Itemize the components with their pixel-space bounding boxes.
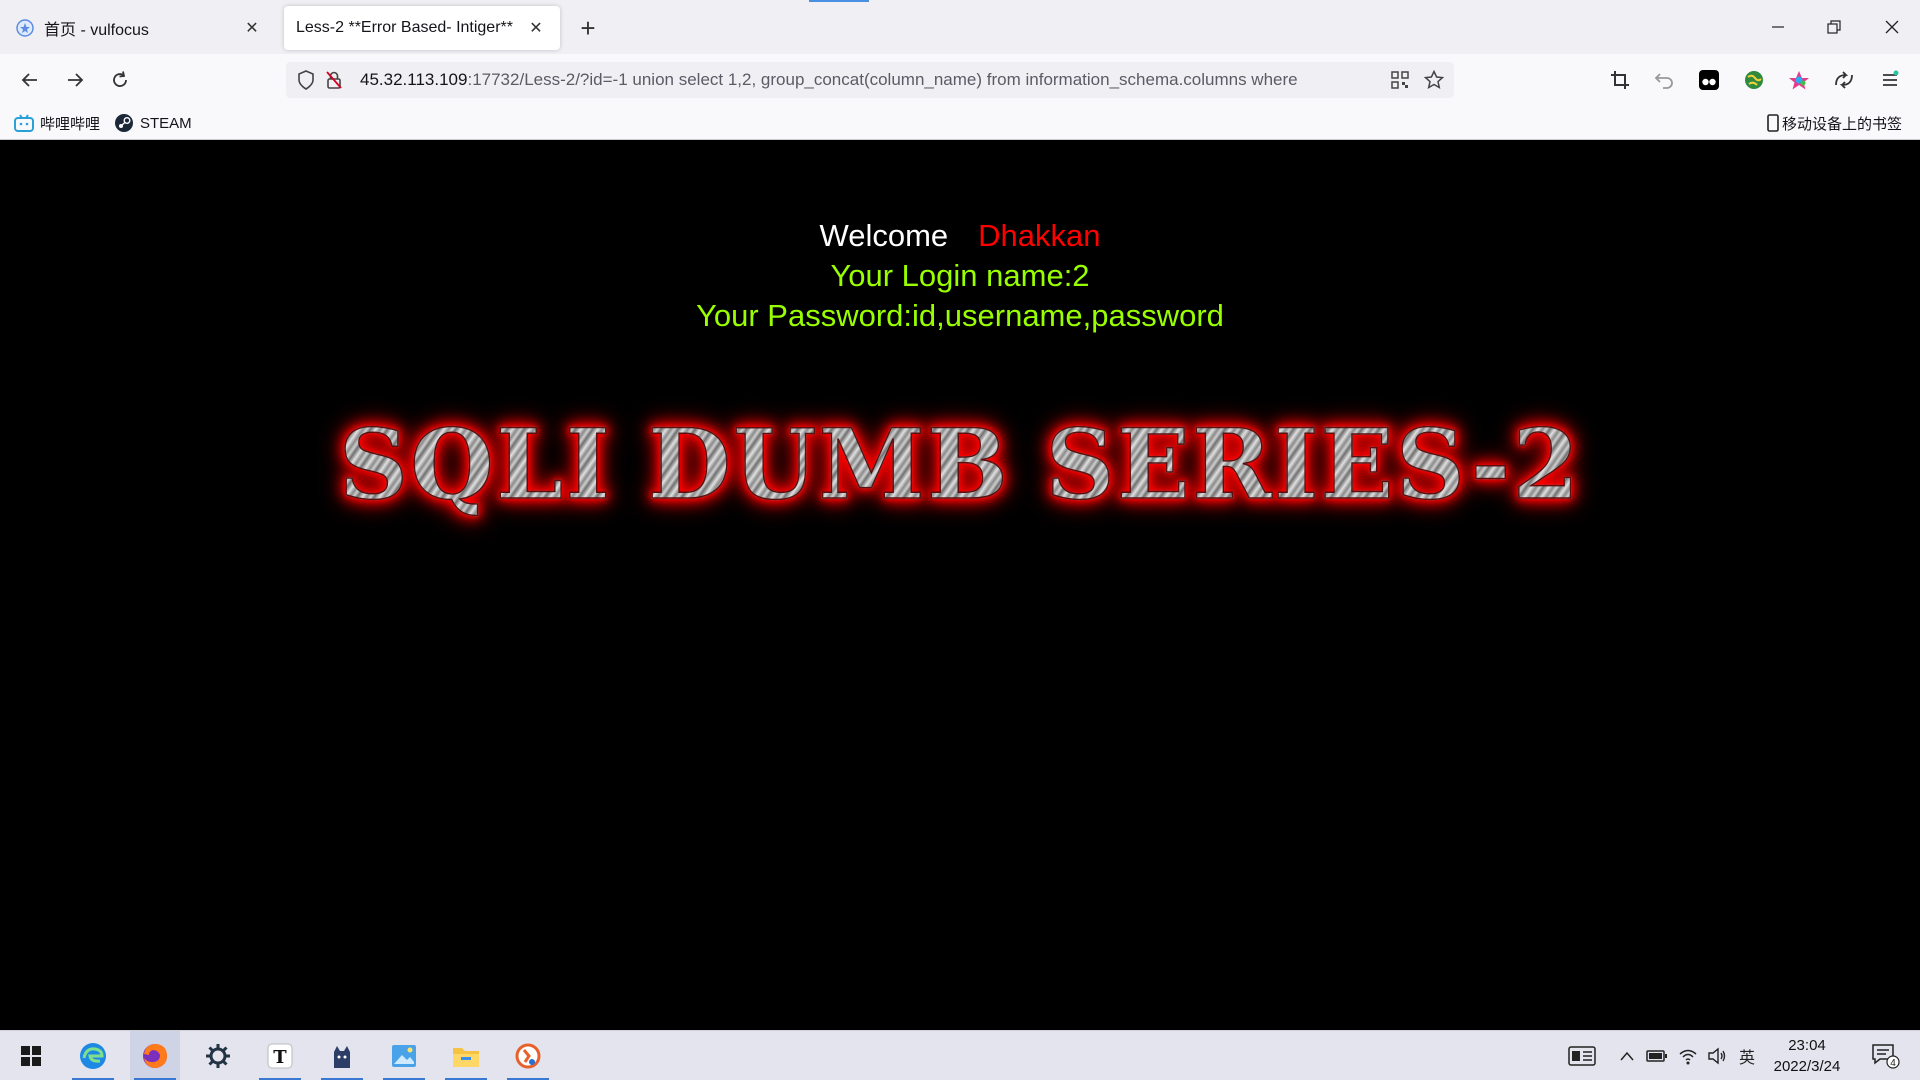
url-path: :17732/Less-2/?id=-1 union select 1,2, g… bbox=[467, 70, 1298, 89]
taskbar-paint-app[interactable] bbox=[379, 1031, 429, 1080]
extension-colorful-icon[interactable] bbox=[1787, 68, 1811, 92]
welcome-line: Welcome Dhakkan bbox=[0, 218, 1920, 254]
extension-globe-icon[interactable] bbox=[1742, 68, 1766, 92]
network-indicator[interactable] bbox=[1674, 1031, 1702, 1080]
mobile-device-icon bbox=[1767, 114, 1779, 132]
reload-icon bbox=[113, 71, 127, 87]
notification-center-button[interactable]: 4 bbox=[1864, 1031, 1908, 1080]
battery-indicator[interactable] bbox=[1642, 1031, 1672, 1080]
taskbar: T 英 23:04 2022/3/24 4 bbox=[0, 1030, 1920, 1080]
news-icon bbox=[1568, 1046, 1596, 1066]
close-window-button[interactable] bbox=[1864, 0, 1920, 54]
clock-date: 2022/3/24 bbox=[1773, 1058, 1841, 1075]
speaker-icon bbox=[1708, 1047, 1726, 1065]
bookmark-bilibili[interactable]: 哔哩哔哩 bbox=[14, 112, 100, 134]
new-tab-button[interactable]: + bbox=[572, 12, 604, 44]
notification-count: 4 bbox=[1890, 1058, 1896, 1069]
minimize-icon bbox=[1772, 26, 1784, 28]
password-text: Your Password:id,username,password bbox=[696, 298, 1224, 333]
bookmark-label: STEAM bbox=[140, 114, 192, 132]
typora-icon: T bbox=[267, 1043, 293, 1069]
banner: SQLI DUMB SERIES-2 bbox=[0, 407, 1920, 522]
reload-button[interactable] bbox=[104, 64, 136, 96]
wifi-icon bbox=[1679, 1049, 1697, 1065]
taskbar-typora[interactable]: T bbox=[255, 1031, 305, 1080]
undo-icon[interactable] bbox=[1652, 68, 1676, 92]
url-text[interactable]: 45.32.113.109:17732/Less-2/?id=-1 union … bbox=[360, 70, 1380, 90]
steam-icon bbox=[115, 114, 133, 132]
navigation-toolbar: 45.32.113.109:17732/Less-2/?id=-1 union … bbox=[0, 54, 1920, 106]
arrow-right-icon bbox=[68, 73, 84, 87]
bookmark-steam[interactable]: STEAM bbox=[114, 112, 192, 134]
input-method-indicator[interactable]: 英 bbox=[1733, 1031, 1761, 1080]
qr-code-icon[interactable] bbox=[1388, 68, 1412, 92]
edge-browser-icon bbox=[80, 1043, 106, 1069]
mobile-bookmarks[interactable]: 移动设备上的书签 bbox=[1766, 112, 1902, 134]
extension-sync-icon[interactable] bbox=[1832, 68, 1856, 92]
windows-logo-icon bbox=[21, 1046, 41, 1066]
tab-bar: 首页 - vulfocus ✕ Less-2 **Error Based- In… bbox=[0, 0, 1920, 54]
menu-icon[interactable] bbox=[1878, 68, 1902, 92]
show-hidden-icons-button[interactable] bbox=[1614, 1031, 1640, 1080]
tab-less-2[interactable]: Less-2 **Error Based- Intiger** ✕ bbox=[284, 6, 560, 50]
battery-icon bbox=[1646, 1050, 1667, 1062]
bookmark-star-icon[interactable] bbox=[1422, 68, 1446, 92]
notification-icon: 4 bbox=[1872, 1044, 1900, 1069]
taskbar-firefox[interactable] bbox=[130, 1031, 180, 1080]
login-name-text: Your Login name:2 bbox=[830, 258, 1090, 293]
tab-title: 首页 - vulfocus bbox=[44, 22, 149, 39]
chevron-up-icon bbox=[1620, 1051, 1634, 1061]
restore-button[interactable] bbox=[1806, 0, 1862, 54]
image-editor-icon bbox=[392, 1045, 416, 1067]
close-tab-icon[interactable]: ✕ bbox=[240, 16, 264, 40]
taskbar-burp[interactable] bbox=[503, 1031, 553, 1080]
bookmarks-toolbar: 哔哩哔哩 STEAM 移动设备上的书签 bbox=[0, 106, 1920, 140]
page-content: Welcome Dhakkan Your Login name:2 Your Pa… bbox=[0, 140, 1920, 1030]
close-icon bbox=[1885, 20, 1899, 34]
close-tab-icon[interactable]: ✕ bbox=[524, 16, 548, 40]
cat-icon bbox=[334, 1046, 350, 1068]
taskbar-edge[interactable] bbox=[68, 1031, 118, 1080]
restore-icon bbox=[1827, 20, 1841, 34]
gear-icon bbox=[206, 1044, 230, 1068]
taskbar-cat-app[interactable] bbox=[317, 1031, 367, 1080]
forward-button[interactable] bbox=[59, 64, 91, 96]
bookmark-label: 哔哩哔哩 bbox=[40, 115, 101, 133]
url-host: 45.32.113.109 bbox=[360, 70, 468, 89]
mobile-bookmarks-label: 移动设备上的书签 bbox=[1782, 115, 1903, 133]
start-button[interactable] bbox=[6, 1031, 56, 1080]
arrow-left-icon bbox=[21, 73, 37, 87]
taskbar-settings-app[interactable] bbox=[193, 1031, 243, 1080]
clock-time: 23:04 bbox=[1788, 1037, 1826, 1054]
svg-text:T: T bbox=[273, 1047, 287, 1068]
minimize-button[interactable] bbox=[1750, 0, 1806, 54]
tab-title: Less-2 **Error Based- Intiger** bbox=[296, 19, 513, 36]
tab-indicator bbox=[809, 0, 869, 2]
volume-indicator[interactable] bbox=[1703, 1031, 1731, 1080]
shield-icon[interactable] bbox=[294, 68, 318, 92]
screenshot-crop-icon[interactable] bbox=[1608, 68, 1632, 92]
welcome-text: Welcome bbox=[819, 218, 949, 253]
tab-vulfocus[interactable]: 首页 - vulfocus ✕ bbox=[4, 6, 276, 50]
user-name-text: Dhakkan bbox=[978, 218, 1101, 253]
address-bar[interactable]: 45.32.113.109:17732/Less-2/?id=-1 union … bbox=[286, 62, 1454, 98]
news-widget-button[interactable] bbox=[1564, 1031, 1600, 1080]
taskbar-file-explorer[interactable] bbox=[441, 1031, 491, 1080]
extension-tampermonkey-icon[interactable] bbox=[1697, 68, 1721, 92]
bilibili-icon bbox=[14, 114, 34, 132]
banner-title: SQLI DUMB SERIES-2 bbox=[338, 407, 1582, 522]
folder-icon bbox=[453, 1048, 479, 1067]
firefox-icon bbox=[143, 1044, 167, 1068]
burp-suite-icon bbox=[515, 1043, 541, 1069]
back-button[interactable] bbox=[14, 64, 46, 96]
vulfocus-favicon-icon bbox=[16, 19, 34, 37]
clock[interactable]: 23:04 2022/3/24 bbox=[1762, 1035, 1852, 1077]
insecure-lock-icon[interactable] bbox=[322, 68, 346, 92]
